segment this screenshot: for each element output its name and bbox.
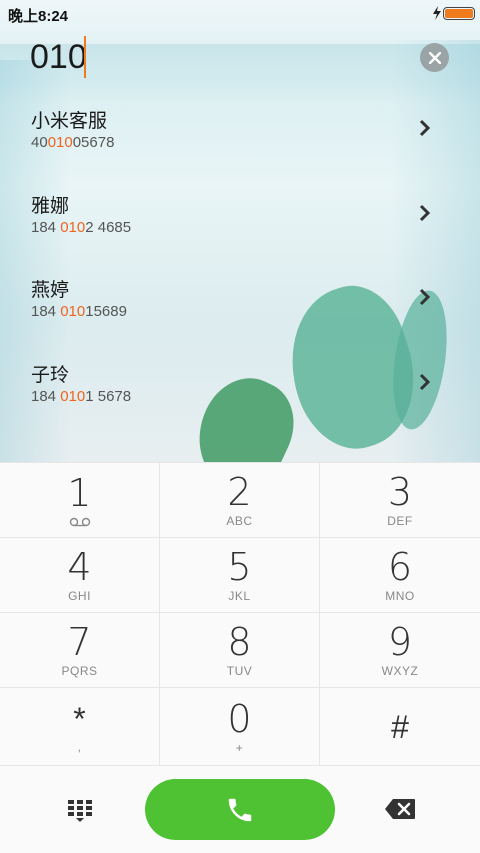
key-digit: 8 [227,620,252,664]
key-letters: GHI [68,589,91,603]
key-digit: 9 [387,620,413,664]
contact-item[interactable]: 子玲 184 0101 5678 [0,354,480,438]
key-hash[interactable]: # [320,688,480,766]
key-5[interactable]: 5 JKL [160,538,320,613]
contact-number: 184 0101 5678 [31,388,132,405]
key-3[interactable]: 3 DEF [320,463,480,538]
contact-name: 燕婷 [31,280,70,301]
contact-number: 184 01015689 [31,303,127,320]
contact-name: 雅娜 [31,196,70,217]
key-1[interactable]: 1 [0,463,160,538]
contact-name: 小米客服 [31,111,108,132]
contact-item[interactable]: 小米客服 4001005678 [0,100,480,184]
phone-icon [228,798,252,821]
close-icon [428,51,441,64]
key-digit: 6 [387,545,413,589]
voicemail-icon [69,517,90,527]
contact-item[interactable]: 雅娜 184 0102 4685 [0,185,480,269]
key-letters: , [77,740,82,754]
key-digit: # [391,709,409,745]
dialpad-icon[interactable] [66,798,94,822]
key-letters: JKL [228,589,251,603]
contact-item[interactable]: 燕婷 184 01015689 [0,269,480,353]
contact-number: 184 0102 4685 [31,219,132,236]
key-digit: 3 [387,470,413,514]
backspace-icon[interactable] [384,798,416,820]
chevron-right-icon[interactable] [418,287,432,307]
key-7[interactable]: 7 PQRS [0,613,160,688]
charging-icon [433,6,441,20]
dialed-number[interactable]: 010 [30,38,87,77]
battery-icon [443,7,475,20]
key-9[interactable]: 9 WXYZ [320,613,480,688]
contact-number: 4001005678 [31,134,115,151]
call-button[interactable] [145,779,335,840]
key-4[interactable]: 4 GHI [0,538,160,613]
key-letters: WXYZ [381,664,419,678]
key-6[interactable]: 6 MNO [320,538,480,613]
key-0[interactable]: 0 + [160,688,320,766]
key-letters: MNO [385,589,415,603]
key-digit: 1 [67,471,92,515]
status-bar: 晚上8:24 [0,0,480,28]
key-2[interactable]: 2 ABC [160,463,320,538]
key-digit: 4 [67,545,92,589]
text-cursor [84,36,86,78]
chevron-right-icon[interactable] [418,203,432,223]
clear-button[interactable] [420,43,449,72]
key-digit: 5 [227,545,252,589]
key-digit: 0 [227,697,252,741]
dialer-action-bar [0,765,480,853]
key-digit: * [73,701,86,737]
key-digit: 2 [227,470,252,514]
dial-keypad: 1 2 ABC 3 DEF 4 GHI 5 JKL 6 MNO 7 PQRS 8… [0,462,480,766]
status-time: 晚上8:24 [8,8,69,25]
key-letters: + [235,741,244,755]
key-letters: ABC [226,514,253,528]
key-8[interactable]: 8 TUV [160,613,320,688]
key-letters: PQRS [61,664,98,678]
key-digit: 7 [67,620,92,664]
key-star[interactable]: * , [0,688,160,766]
chevron-right-icon[interactable] [418,372,432,392]
contact-name: 子玲 [31,365,70,386]
key-letters: DEF [387,514,413,528]
chevron-right-icon[interactable] [418,118,432,138]
key-letters: TUV [226,664,253,678]
dial-number-field[interactable]: 010 [0,30,480,86]
